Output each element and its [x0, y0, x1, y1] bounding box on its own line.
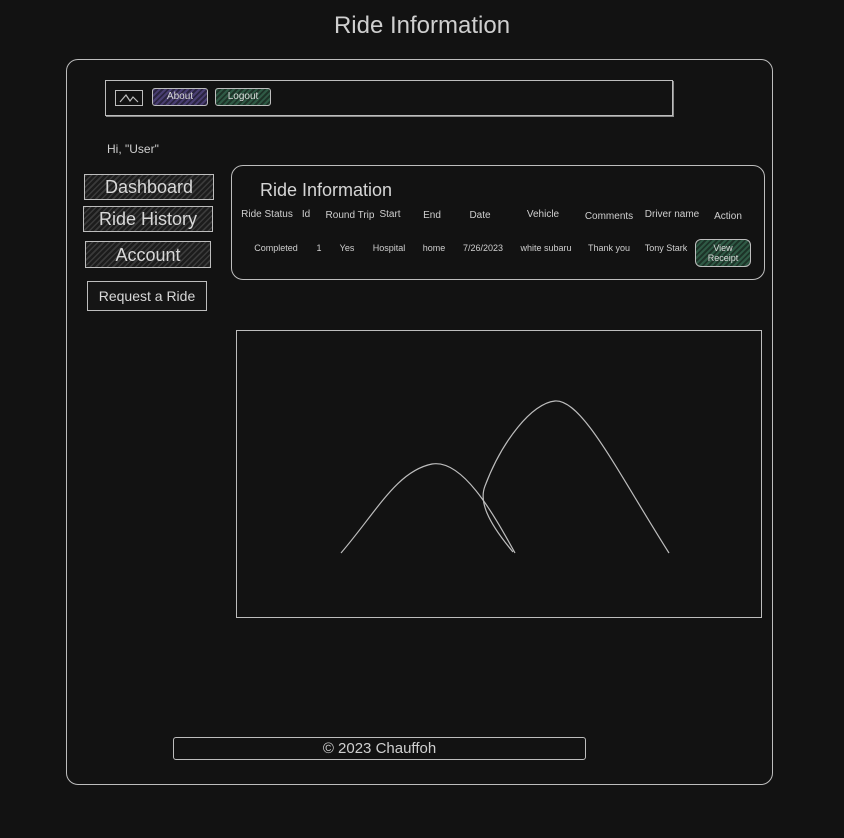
column-header-id: Id [301, 209, 311, 220]
column-header-round-trip: Round Trip [325, 210, 375, 221]
column-header-date: Date [469, 210, 491, 221]
view-receipt-label-line2: Receipt [707, 253, 739, 263]
column-header-start: Start [379, 209, 401, 220]
cell-comments: Thank you [587, 243, 631, 253]
view-receipt-button[interactable]: View Receipt [695, 239, 751, 267]
cell-ride-status: Completed [254, 243, 298, 253]
user-greeting: Hi, "User" [107, 142, 159, 156]
column-header-action: Action [714, 211, 742, 222]
sidebar-item-ride-history[interactable]: Ride History [83, 206, 213, 232]
view-receipt-label-line1: View [713, 243, 733, 253]
column-header-end: End [423, 210, 441, 221]
sidebar-item-account[interactable]: Account [85, 241, 211, 268]
sidebar-item-dashboard[interactable]: Dashboard [84, 174, 214, 200]
cell-date: 7/26/2023 [462, 243, 504, 253]
image-placeholder [236, 330, 762, 618]
cell-driver-name: Tony Stark [644, 243, 688, 253]
column-header-vehicle: Vehicle [526, 209, 560, 220]
column-header-comments: Comments [584, 211, 634, 222]
logout-button[interactable]: Logout [215, 88, 271, 106]
cell-id: 1 [316, 243, 322, 253]
cell-vehicle: white subaru [520, 243, 572, 253]
footer-copyright: © 2023 Chauffoh [173, 737, 586, 760]
cell-end: home [422, 243, 446, 253]
about-button[interactable]: About [152, 88, 208, 106]
mountain-image-placeholder-icon [340, 400, 670, 554]
request-ride-button[interactable]: Request a Ride [87, 281, 207, 311]
cell-start: Hospital [372, 243, 406, 253]
panel-title: Ride Information [260, 180, 393, 200]
column-header-driver-name: Driver name [644, 209, 700, 220]
page-title: Ride Information [333, 12, 511, 39]
cell-round-trip: Yes [339, 243, 355, 253]
top-navbar: About Logout [105, 80, 673, 116]
image-placeholder-icon[interactable] [115, 90, 143, 106]
ride-information-panel: Ride Information Ride Status Id Round Tr… [231, 165, 765, 280]
column-header-ride-status: Ride Status [241, 209, 293, 220]
